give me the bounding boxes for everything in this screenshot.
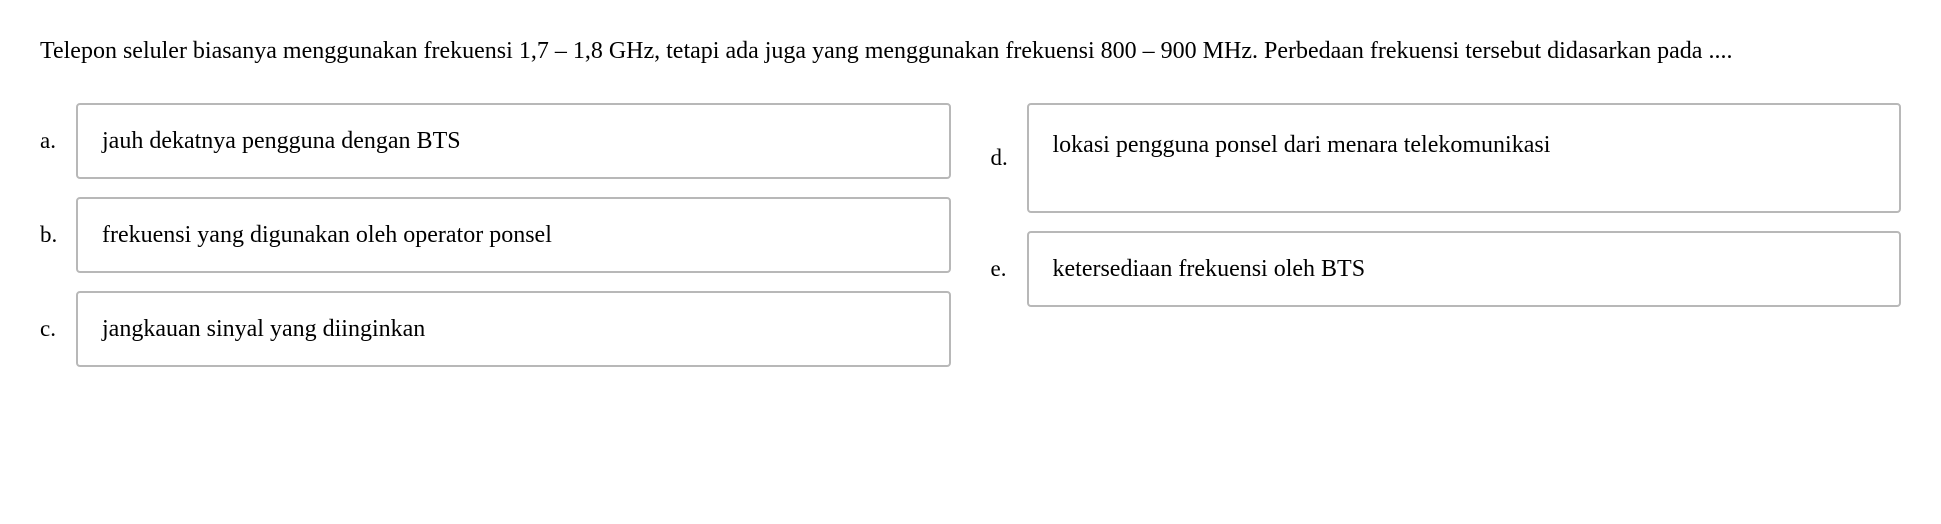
option-a-box: jauh dekatnya pengguna dengan BTS [76,103,951,179]
option-b-text: frekuensi yang digunakan oleh operator p… [102,217,552,253]
option-b[interactable]: b. frekuensi yang digunakan oleh operato… [40,197,951,273]
option-d-label: d. [991,137,1027,178]
option-d-text: lokasi pengguna ponsel dari menara telek… [1053,127,1551,163]
options-column-right: d. lokasi pengguna ponsel dari menara te… [991,103,1902,385]
option-c-text: jangkauan sinyal yang diinginkan [102,311,425,347]
option-b-box: frekuensi yang digunakan oleh operator p… [76,197,951,273]
question-text: Telepon seluler biasanya menggunakan fre… [40,30,1901,73]
option-a[interactable]: a. jauh dekatnya pengguna dengan BTS [40,103,951,179]
option-e-label: e. [991,248,1027,289]
option-e-box: ketersediaan frekuensi oleh BTS [1027,231,1902,307]
option-e-text: ketersediaan frekuensi oleh BTS [1053,251,1366,287]
option-d[interactable]: d. lokasi pengguna ponsel dari menara te… [991,103,1902,213]
option-a-label: a. [40,120,76,161]
option-c-box: jangkauan sinyal yang diinginkan [76,291,951,367]
option-d-box: lokasi pengguna ponsel dari menara telek… [1027,103,1902,213]
option-c[interactable]: c. jangkauan sinyal yang diinginkan [40,291,951,367]
option-a-text: jauh dekatnya pengguna dengan BTS [102,123,461,159]
option-b-label: b. [40,214,76,255]
options-container: a. jauh dekatnya pengguna dengan BTS b. … [40,103,1901,385]
option-c-label: c. [40,308,76,349]
option-e[interactable]: e. ketersediaan frekuensi oleh BTS [991,231,1902,307]
question-content: Telepon seluler biasanya menggunakan fre… [40,38,1732,64]
options-column-left: a. jauh dekatnya pengguna dengan BTS b. … [40,103,951,385]
